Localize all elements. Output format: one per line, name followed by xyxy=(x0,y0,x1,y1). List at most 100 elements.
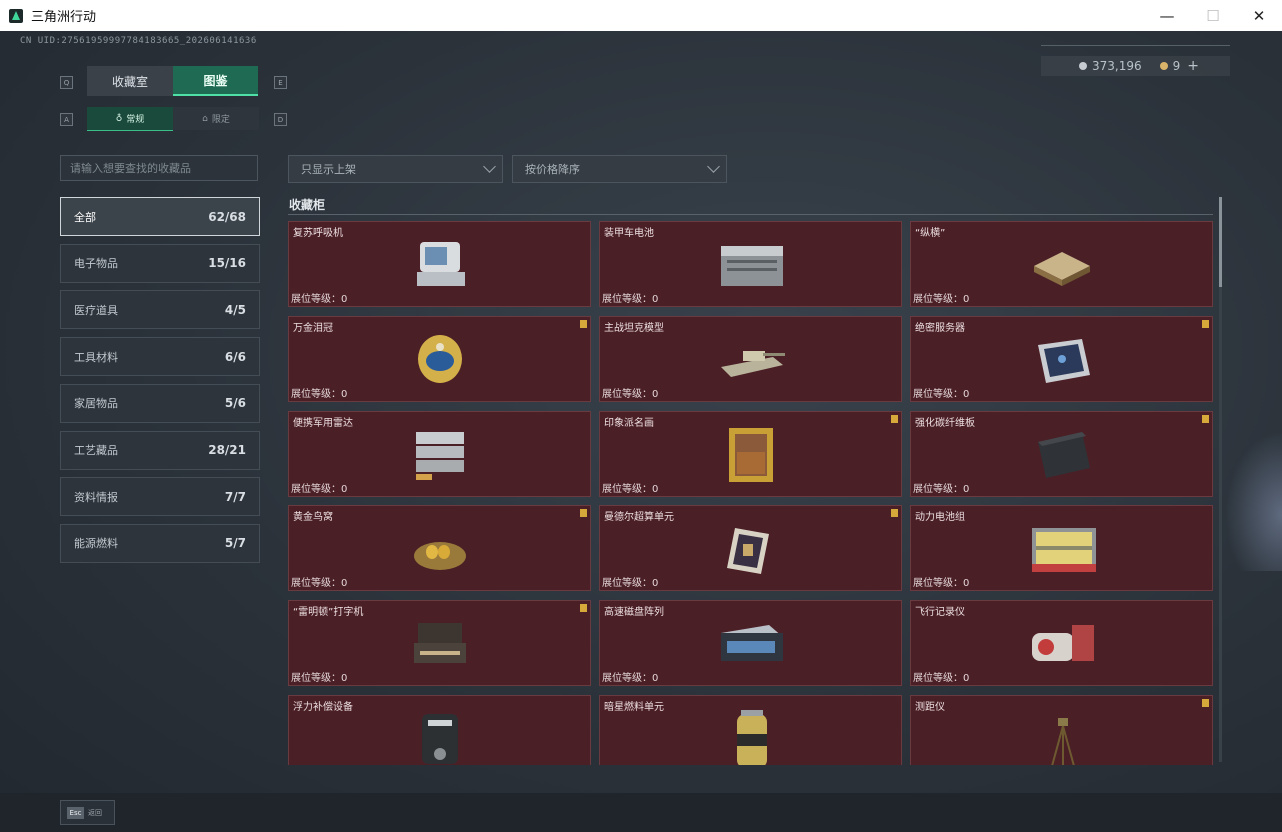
add-currency-button[interactable]: + xyxy=(1187,58,1199,74)
item-name: 高速磁盘阵列 xyxy=(604,607,664,619)
category-item[interactable]: 工艺藏品 28/21 xyxy=(60,430,260,470)
item-name: 暗星燃料单元 xyxy=(604,702,664,713)
server-icon xyxy=(1037,338,1090,383)
collection-item-card[interactable]: 测距仪 xyxy=(910,695,1213,765)
item-name: “纵横” xyxy=(915,228,946,239)
level-label: 展位等级： xyxy=(291,483,341,495)
level-value: 0 xyxy=(341,673,348,685)
category-label: 能源燃料 xyxy=(74,537,118,551)
key-hint-e: E xyxy=(274,76,287,89)
item-name: 黄金鸟窝 xyxy=(293,512,333,524)
subtab-limited-label: 限定 xyxy=(211,115,230,125)
category-item[interactable]: 医疗道具 4/5 xyxy=(60,290,260,330)
sort-label: 按价格降序 xyxy=(525,163,580,176)
section-divider xyxy=(288,214,1213,215)
level-value: 0 xyxy=(652,388,659,400)
category-count: 5/6 xyxy=(224,396,246,411)
collection-item-card[interactable]: 印象派名画 展位等级：0 xyxy=(599,410,902,497)
key-hint-d: D xyxy=(274,113,287,126)
background-glow xyxy=(1225,431,1282,571)
collection-item-card[interactable]: 绝密服务器 展位等级：0 xyxy=(910,315,1213,402)
subtab-regular[interactable]: ♁ 常规 xyxy=(87,107,173,131)
collection-item-card[interactable]: 主战坦克模型 展位等级：0 xyxy=(599,315,902,402)
category-item[interactable]: 全部 62/68 xyxy=(60,197,260,236)
category-count: 5/7 xyxy=(224,536,246,551)
window-titlebar: 三角洲行动 — ☐ ✕ xyxy=(0,0,1282,31)
category-count: 7/7 xyxy=(224,489,246,504)
player-uid: CN UID:2756195999778418366​5_20260614163… xyxy=(20,36,257,46)
collection-item-card[interactable]: 复苏呼吸机 展位等级：0 xyxy=(288,221,591,307)
chessboard-icon xyxy=(1033,252,1090,286)
level-value: 0 xyxy=(963,388,970,400)
back-button[interactable]: Esc 返回 xyxy=(60,800,115,825)
tab-collection-room[interactable]: 收藏室 xyxy=(87,66,173,96)
category-count: 4/5 xyxy=(224,302,246,317)
battery-pack-icon xyxy=(1031,528,1096,573)
collection-item-card[interactable]: 高速磁盘阵列 展位等级：0 xyxy=(599,600,902,687)
category-item[interactable]: 工具材料 6/6 xyxy=(60,337,260,377)
item-name: 测距仪 xyxy=(915,702,945,713)
item-level: 展位等级：0 xyxy=(602,669,658,684)
key-hint-q: Q xyxy=(60,76,73,89)
alert-badge-icon xyxy=(580,509,587,518)
item-level: 展位等级：0 xyxy=(602,574,658,589)
disk-array-icon xyxy=(720,625,783,662)
level-label: 展位等级： xyxy=(602,388,652,400)
collection-item-card[interactable]: 黄金鸟窝展位等级：0 xyxy=(288,505,591,592)
item-level: 展位等级：0 xyxy=(913,574,969,589)
item-name: 浮力补偿设备 xyxy=(293,702,353,713)
section-title: 收藏柜 xyxy=(289,198,326,212)
subtab-limited[interactable]: ⌂ 限定 xyxy=(173,107,259,130)
category-item[interactable]: 电子物品 15/16 xyxy=(60,243,260,283)
item-name: 万金泪冠 xyxy=(293,322,333,334)
category-count: 15/16 xyxy=(208,256,246,271)
collection-item-card[interactable]: 万金泪冠 展位等级：0 xyxy=(288,315,591,402)
game-viewport: CN UID:2756195999778418366​5_20260614163… xyxy=(0,31,1282,832)
sort-dropdown[interactable]: 按价格降序 xyxy=(512,155,727,183)
collection-item-card[interactable]: “纵横” 展位等级：0 xyxy=(910,221,1213,307)
alert-badge-icon xyxy=(1202,319,1209,328)
category-count: 6/6 xyxy=(224,349,246,364)
collection-item-card[interactable]: 强化碳纤维板 展位等级：0 xyxy=(910,410,1213,497)
gold-amount: 9 xyxy=(1172,59,1181,73)
category-item[interactable]: 家居物品 5/6 xyxy=(60,383,260,423)
fuel-cell-icon xyxy=(736,710,767,765)
limited-icon: ⌂ xyxy=(202,113,208,124)
collection-item-card[interactable]: 装甲车电池 展位等级：0 xyxy=(599,221,902,307)
item-name: 印象派名画 xyxy=(604,417,654,429)
golden-nest-icon xyxy=(413,542,466,571)
window-title: 三角洲行动 xyxy=(31,10,97,25)
chevron-down-icon xyxy=(707,160,720,173)
collection-item-card[interactable]: 飞行记录仪 展位等级：0 xyxy=(910,600,1213,687)
category-item[interactable]: 资料情报 7/7 xyxy=(60,477,260,517)
close-button[interactable]: ✕ xyxy=(1236,0,1282,31)
tab-catalog[interactable]: 图鉴 xyxy=(173,66,258,96)
maximize-button[interactable]: ☐ xyxy=(1190,0,1236,31)
item-level: 展位等级：0 xyxy=(291,574,347,589)
item-level: 展位等级：0 xyxy=(913,669,969,684)
scrollbar-thumb[interactable] xyxy=(1219,197,1222,287)
collection-item-card[interactable]: “雷明顿”打字机 展位等级：0 xyxy=(288,600,591,687)
level-label: 展位等级： xyxy=(291,294,341,305)
collection-item-card[interactable]: 暗星燃料单元 xyxy=(599,695,902,765)
category-count: 28/21 xyxy=(208,443,246,457)
collection-item-card[interactable]: 浮力补偿设备 xyxy=(288,695,591,765)
item-level: 展位等级：0 xyxy=(913,480,969,495)
collection-item-card[interactable]: 动力电池组 展位等级：0 xyxy=(910,505,1213,592)
level-value: 0 xyxy=(652,294,659,305)
flight-recorder-icon xyxy=(1031,625,1094,662)
shelf-filter-dropdown[interactable]: 只显示上架 xyxy=(288,155,503,183)
subtab-regular-label: 常规 xyxy=(126,115,145,125)
category-item[interactable]: 能源燃料 5/7 xyxy=(60,523,260,563)
item-name: 主战坦克模型 xyxy=(604,322,664,334)
collection-item-card[interactable]: 便携军用雷达 展位等级：0 xyxy=(288,410,591,497)
collection-item-card[interactable]: 曼德尔超算单元 展位等级：0 xyxy=(599,505,902,592)
item-name: 装甲车电池 xyxy=(604,228,654,239)
key-hint-a: A xyxy=(60,113,73,126)
search-input[interactable]: 请输入想要查找的收藏品 xyxy=(60,155,258,181)
minimize-button[interactable]: — xyxy=(1144,0,1190,31)
level-value: 0 xyxy=(963,483,970,495)
level-label: 展位等级： xyxy=(602,578,652,590)
level-value: 0 xyxy=(963,673,970,685)
level-label: 展位等级： xyxy=(913,578,963,590)
